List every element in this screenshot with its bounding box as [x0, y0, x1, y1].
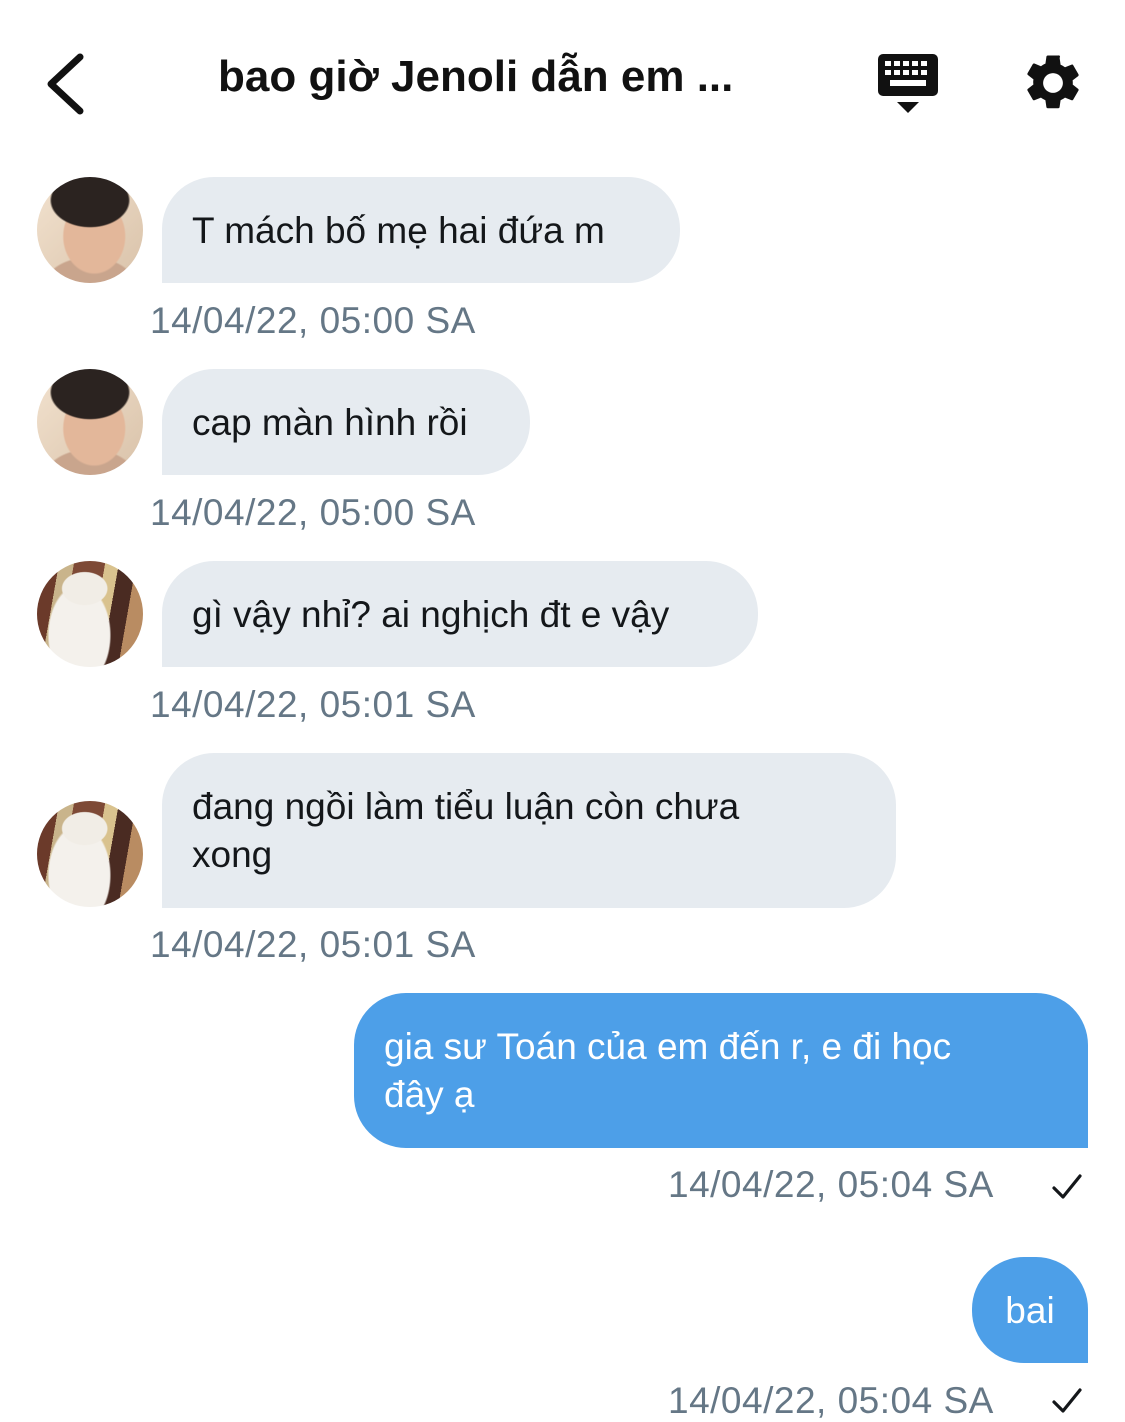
incoming-message-bubble[interactable]: cap màn hình rồi: [162, 369, 530, 475]
back-button[interactable]: [30, 40, 110, 130]
sender-avatar[interactable]: [37, 801, 143, 907]
message-timestamp: 14/04/22, 05:01 SA: [150, 684, 476, 725]
incoming-message-bubble[interactable]: gì vậy nhỉ? ai nghịch đt e vậy: [162, 561, 758, 667]
incoming-message-bubble[interactable]: T mách bố mẹ hai đứa m: [162, 177, 680, 283]
sender-avatar[interactable]: [37, 561, 143, 667]
outgoing-message-bubble[interactable]: gia sư Toán của em đến r, e đi học đây ạ: [354, 993, 1088, 1148]
conversation-title[interactable]: bao giờ Jenoli dẫn em ...: [218, 52, 818, 102]
incoming-message-bubble[interactable]: đang ngồi làm tiểu luận còn chưa xong: [162, 753, 896, 908]
sender-avatar[interactable]: [37, 177, 143, 283]
settings-button[interactable]: [1020, 50, 1086, 116]
message-timestamp: 14/04/22, 05:00 SA: [150, 492, 476, 533]
message-timestamp: 14/04/22, 05:01 SA: [150, 924, 476, 965]
conversation-header: bao giờ Jenoli dẫn em ...: [0, 0, 1125, 150]
gear-icon: [1027, 55, 1079, 109]
keyboard-icon: [878, 54, 938, 113]
outgoing-message-bubble[interactable]: bai: [972, 1257, 1088, 1363]
dm-conversation-screen: bao giờ Jenoli dẫn em ... T mách bố mẹ h…: [0, 0, 1125, 1422]
message-timestamp: 14/04/22, 05:00 SA: [150, 300, 476, 341]
sender-avatar[interactable]: [37, 369, 143, 475]
checkmark-icon: [1052, 1174, 1082, 1199]
keyboard-toggle-button[interactable]: [872, 50, 944, 120]
back-chevron-icon: [47, 53, 84, 115]
checkmark-icon: [1052, 1388, 1082, 1413]
message-timestamp: 14/04/22, 05:04 SA: [668, 1380, 994, 1421]
message-timestamp: 14/04/22, 05:04 SA: [668, 1164, 994, 1205]
